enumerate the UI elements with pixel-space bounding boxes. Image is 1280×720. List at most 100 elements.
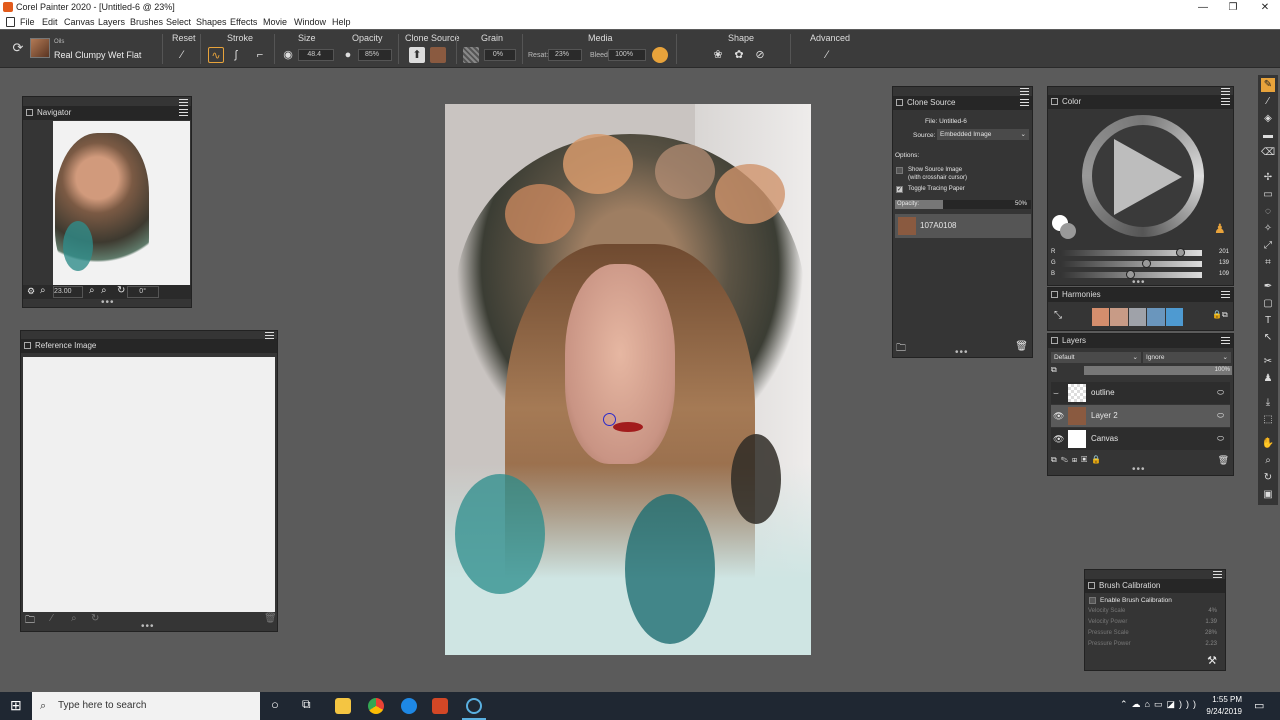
reference-image-area[interactable] — [23, 357, 275, 612]
brush-selector-icon[interactable]: ⟳ — [10, 40, 26, 56]
clock-date[interactable]: 9/24/2019 — [1200, 707, 1242, 716]
grain-field[interactable]: 0% — [484, 49, 516, 61]
saturation-triangle[interactable] — [1110, 137, 1186, 217]
panel-grip[interactable]: ••• — [955, 347, 969, 358]
color-wheel[interactable] — [1082, 115, 1204, 237]
magic-wand-icon[interactable]: ✧ — [1261, 222, 1275, 236]
panel-close-icon[interactable] — [24, 342, 31, 349]
clone-source-menu-icon[interactable] — [1020, 99, 1029, 106]
crop-tool-icon[interactable]: ⌗ — [1261, 256, 1275, 270]
b-slider[interactable] — [1060, 270, 1202, 279]
lasso-tool-icon[interactable]: ◌ — [1261, 205, 1275, 219]
layer-row-canvas[interactable]: 👁 Canvas ⬭ — [1051, 428, 1230, 450]
r-value[interactable]: 201 — [1219, 249, 1229, 255]
straight-stroke-icon[interactable]: ʃ — [228, 47, 244, 63]
reset-brush-icon[interactable]: ⁄ — [174, 47, 190, 63]
enable-calibration-checkbox[interactable] — [1089, 597, 1096, 604]
r-slider[interactable] — [1060, 248, 1202, 257]
layer-actions-toolbar[interactable]: ⧉✎⊞▣🔒 — [1051, 455, 1105, 465]
navigator-menu-icon[interactable] — [179, 109, 188, 116]
harmony-swatch[interactable] — [1165, 308, 1184, 326]
zoom-icon[interactable]: ⌕ — [40, 285, 46, 296]
harmony-swatch[interactable] — [1128, 308, 1147, 326]
clone-source-item[interactable]: 107A0108 — [895, 214, 1031, 238]
cortana-icon[interactable]: ○ — [271, 697, 279, 712]
expand-icon[interactable]: ⧉ — [1222, 310, 1228, 320]
opacity-field[interactable]: 85% — [358, 49, 392, 61]
task-view-icon[interactable]: ⧉ — [302, 697, 311, 712]
cloner-tool-icon[interactable]: ✂ — [1261, 355, 1275, 369]
menu-file[interactable]: File — [20, 15, 35, 29]
clock-time[interactable]: 1:55 PM — [1200, 695, 1242, 704]
mirror-painting-icon[interactable]: ⤓ — [1261, 396, 1275, 410]
chrome-icon[interactable] — [368, 698, 384, 714]
menu-effects[interactable]: Effects — [230, 15, 257, 29]
perspective-guides-icon[interactable]: ⬚ — [1261, 413, 1275, 427]
shape-selection-icon[interactable]: ↖ — [1261, 331, 1275, 345]
file-explorer-icon[interactable] — [335, 698, 351, 714]
powerpoint-icon[interactable] — [432, 698, 448, 714]
opacity-slider[interactable]: Opacity: 50% — [895, 200, 1031, 209]
resat-field[interactable]: 23% — [548, 49, 582, 61]
visibility-eye-icon[interactable]: 👁 — [1053, 428, 1064, 450]
layers-menu-icon[interactable] — [1221, 337, 1230, 344]
menu-brushes[interactable]: Brushes — [130, 15, 163, 29]
text-tool-icon[interactable]: T — [1261, 314, 1275, 328]
shape-tool-icon[interactable]: ▢ — [1261, 297, 1275, 311]
close-button[interactable]: ✕ — [1250, 0, 1280, 15]
harmonies-menu-icon[interactable] — [1221, 291, 1230, 298]
document-canvas[interactable] — [445, 104, 811, 655]
g-value[interactable]: 139 — [1219, 260, 1229, 266]
layer-attributes-icon[interactable]: ⧉ — [1051, 365, 1057, 375]
visibility-hidden-icon[interactable]: ⌣ — [1053, 382, 1059, 404]
show-source-checkbox[interactable] — [896, 167, 903, 174]
harmony-swatch[interactable] — [1110, 308, 1128, 326]
restore-button[interactable]: ❐ — [1218, 0, 1248, 15]
clone-source-thumbnail[interactable] — [430, 47, 446, 63]
notifications-icon[interactable]: ▭ — [1254, 699, 1264, 712]
menu-shapes[interactable]: Shapes — [196, 15, 227, 29]
advanced-controls-icon[interactable]: ⁄ — [819, 47, 835, 63]
lock-icon[interactable]: 🔒 — [1212, 310, 1222, 319]
menu-window[interactable]: Window — [294, 15, 326, 29]
open-folder-icon[interactable]: 🗀 — [896, 341, 906, 358]
open-folder-icon[interactable]: 🗀 — [25, 613, 35, 630]
menu-canvas[interactable]: Canvas — [64, 15, 95, 29]
paper-grain-icon[interactable] — [463, 47, 479, 63]
panel-close-icon[interactable] — [1051, 337, 1058, 344]
panel-menu-icon[interactable] — [179, 99, 188, 106]
menu-layers[interactable]: Layers — [98, 15, 125, 29]
rubber-stamp-icon[interactable]: ♟ — [1261, 372, 1275, 386]
eyedropper-icon[interactable]: ⁄ — [51, 613, 53, 624]
menu-select[interactable]: Select — [166, 15, 191, 29]
pen-tool-icon[interactable]: ✒ — [1261, 280, 1275, 294]
panel-menu-icon[interactable] — [1221, 88, 1230, 95]
paint-bucket-icon[interactable]: ◈ — [1261, 112, 1275, 126]
harmony-rule-icon[interactable]: ⤡ — [1054, 310, 1062, 321]
media-color-icon[interactable] — [652, 47, 668, 63]
screen-mode-icon[interactable]: ▣ — [1261, 488, 1275, 502]
stroke-options-icon[interactable]: ⌐ — [252, 47, 268, 63]
visibility-eye-icon[interactable]: 👁 — [1053, 405, 1064, 427]
menu-edit[interactable]: Edit — [42, 15, 58, 29]
menu-help[interactable]: Help — [332, 15, 351, 29]
brush-variant[interactable]: Real Clumpy Wet Flat — [54, 50, 141, 60]
toggle-tracing-checkbox[interactable]: ✓ — [896, 186, 903, 193]
painter-taskbar-icon[interactable] — [466, 698, 482, 714]
taskbar-search[interactable]: ⌕ Type here to search — [32, 692, 260, 720]
color-stamp-icon[interactable]: ♟ — [1214, 221, 1226, 237]
panel-close-icon[interactable] — [26, 109, 33, 116]
rotation-field[interactable]: 0° — [127, 286, 159, 298]
trash-icon[interactable]: 🗑 — [1015, 341, 1028, 352]
document-icon[interactable] — [6, 17, 15, 27]
windows-start-icon[interactable]: ⊞ — [10, 697, 22, 714]
panel-menu-icon[interactable] — [1213, 571, 1222, 578]
brush-tool-icon[interactable]: ✎ — [1261, 78, 1275, 92]
edge-icon[interactable] — [401, 698, 417, 714]
rotate-page-icon[interactable]: ↻ — [1261, 471, 1275, 485]
panel-menu-icon[interactable] — [265, 332, 274, 339]
settings-icon[interactable]: ⚙ — [27, 286, 35, 297]
trash-icon[interactable]: 🗑 — [1218, 455, 1229, 466]
panel-close-icon[interactable] — [896, 99, 903, 106]
transform-tool-icon[interactable]: ⤢ — [1261, 239, 1275, 253]
